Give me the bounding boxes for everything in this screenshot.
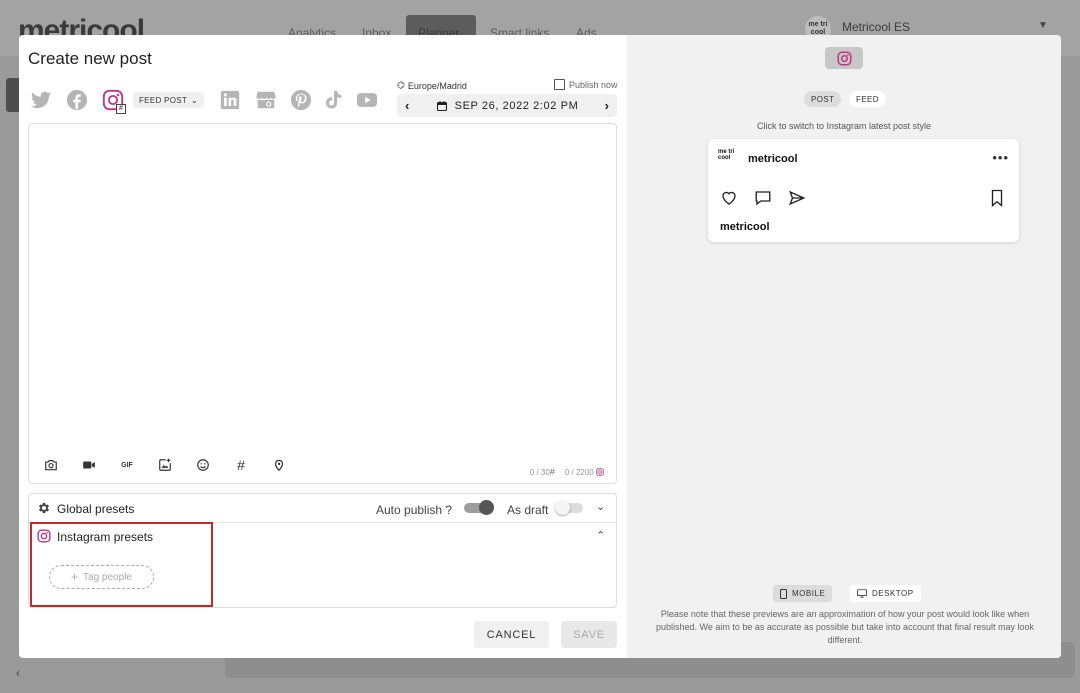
global-presets-label: Global presets [57,502,135,516]
publish-now-checkbox[interactable] [554,79,565,90]
create-post-modal: Create new post # FEED POST ⌄ ⌬ Europe/M… [19,35,1061,658]
character-counter: 0 / 2200 [565,468,604,477]
post-actions [720,189,806,207]
instagram-icon [837,51,851,65]
comment-icon [755,191,771,206]
cancel-button[interactable]: CANCEL [474,621,549,648]
preview-caption-user: metricool [720,221,770,233]
publish-now-label: Publish now [569,79,618,90]
grid-icon: # [116,104,126,114]
heart-icon [722,191,736,205]
gear-icon [38,502,50,514]
device-mobile-label: MOBILE [792,589,826,598]
tab-post[interactable]: POST [804,91,842,107]
as-draft-label: As draft [507,503,549,517]
highlight-box [30,522,213,607]
post-text-editor[interactable]: GIF # 0 / 30# 0 / 2200 [28,123,617,484]
post-type-label: FEED POST [139,95,188,105]
chevron-down-icon[interactable]: ▼ [1038,20,1048,31]
linkedin-icon[interactable] [219,89,241,111]
youtube-icon[interactable] [356,89,378,111]
facebook-icon[interactable] [66,89,88,111]
globe-icon: ⌬ [397,80,405,90]
hashtag-icon: # [549,467,555,477]
pinterest-icon[interactable] [290,89,312,111]
chevron-right-icon[interactable]: › [605,98,609,113]
device-desktop-label: DESKTOP [872,589,914,598]
calendar-icon [436,100,447,111]
chevron-left-icon[interactable]: ‹ [405,98,409,113]
send-icon [789,190,806,206]
desktop-icon [857,589,867,598]
emoji-icon[interactable] [195,457,211,473]
as-draft-toggle[interactable] [555,500,583,515]
date-display[interactable]: SEP 26, 2022 2:02 PM [436,100,579,112]
chevron-left-icon[interactable]: ‹ [16,666,20,680]
post-type-select[interactable]: FEED POST ⌄ [133,92,205,108]
instagram-icon [596,467,604,476]
editor-counters: 0 / 30# 0 / 2200 [530,467,604,477]
camera-icon[interactable] [43,457,59,473]
bookmark-icon [989,189,1005,212]
preview-username: metricool [748,153,798,165]
save-button[interactable]: SAVE [561,621,617,648]
modal-title: Create new post [28,49,152,68]
timezone-label: Europe/Madrid [407,80,467,91]
tiktok-icon[interactable] [322,89,344,111]
device-desktop-button[interactable]: DESKTOP [850,585,921,602]
more-icon: ••• [992,150,1009,165]
auto-publish-toggle[interactable] [464,500,494,515]
avatar: me tri cool [718,149,735,161]
instagram-preview-tab[interactable] [825,47,863,69]
preview-hint[interactable]: Click to switch to Instagram latest post… [627,121,1061,131]
mobile-icon [780,588,787,599]
date-picker: ‹ SEP 26, 2022 2:02 PM › [397,94,617,117]
global-presets-row[interactable]: Global presets Auto publish ? As draft ⌄ [29,494,616,523]
chevron-down-icon[interactable]: ⌄ [596,500,605,513]
twitter-icon[interactable] [30,89,52,111]
tab-feed[interactable]: FEED [849,91,886,107]
chevron-down-icon: ⌄ [191,95,199,105]
composer-panel: Create new post # FEED POST ⌄ ⌬ Europe/M… [19,35,627,658]
gif-icon[interactable]: GIF [119,457,135,473]
hashtag-icon[interactable]: # [233,457,249,473]
chevron-up-icon[interactable]: ⌃ [596,529,605,542]
timezone-selector[interactable]: ⌬ Europe/Madrid [397,80,467,91]
device-mobile-button[interactable]: MOBILE [773,585,833,602]
video-icon[interactable] [81,457,97,473]
preview-panel: POST FEED Click to switch to Instagram l… [627,35,1061,658]
hashtag-counter: 0 / 30# [529,467,555,477]
auto-publish-label: Auto publish ? [376,503,453,517]
date-text: SEP 26, 2022 2:02 PM [454,99,579,112]
instagram-post-preview: me tri cool metricool ••• metricool [708,139,1019,242]
location-icon[interactable] [271,457,287,473]
publish-now-option[interactable]: Publish now [554,79,618,90]
editor-toolbar: GIF # [43,457,287,473]
preview-disclaimer: Please note that these previews are an a… [655,609,1035,645]
media-library-icon[interactable] [157,457,173,473]
account-name[interactable]: Metricool ES [842,20,910,34]
google-business-icon[interactable] [255,89,277,111]
